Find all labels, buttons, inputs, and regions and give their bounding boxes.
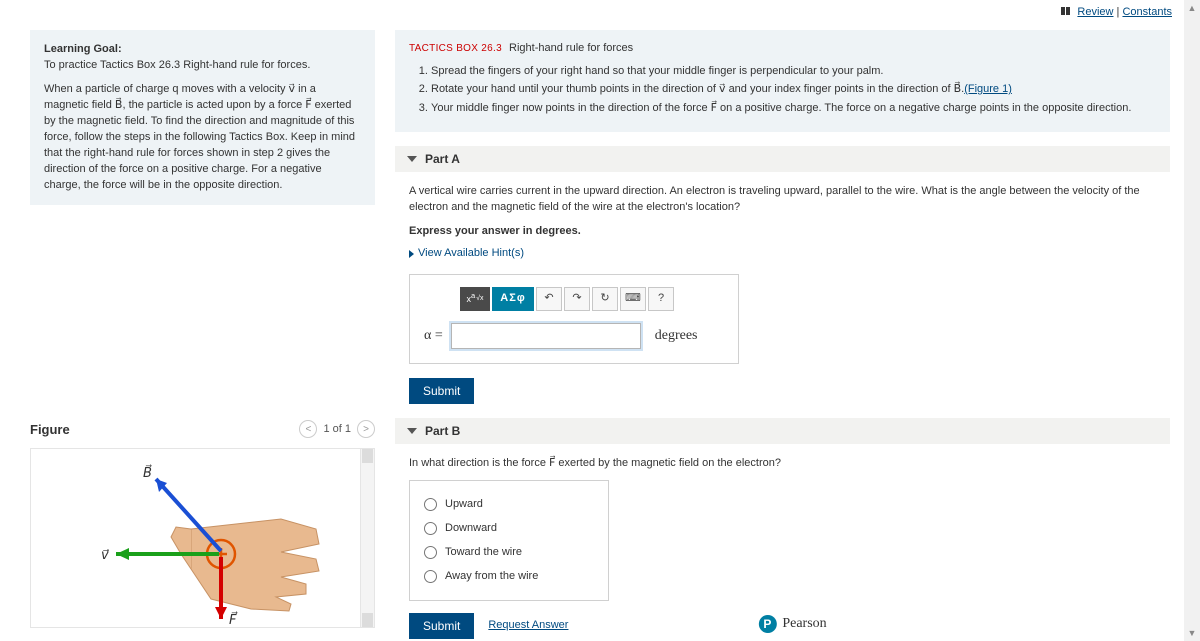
learning-goal-box: Learning Goal: To practice Tactics Box 2…	[30, 30, 375, 205]
radio-toward[interactable]	[424, 546, 437, 559]
tactics-step: Spread the fingers of your right hand so…	[431, 63, 1156, 80]
unit-label: degrees	[655, 326, 698, 346]
figure-1-link[interactable]: (Figure 1)	[964, 83, 1012, 95]
part-a-header[interactable]: Part A	[395, 146, 1170, 172]
learning-goal-subtitle: To practice Tactics Box 26.3 Right-hand …	[44, 58, 361, 74]
template-tool[interactable]: xa√x	[460, 287, 490, 311]
part-a-question: A vertical wire carries current in the u…	[409, 184, 1170, 216]
radio-downward[interactable]	[424, 522, 437, 535]
radio-upward[interactable]	[424, 498, 437, 511]
choice-toward[interactable]: Toward the wire	[424, 541, 594, 565]
svg-text:v⃗: v⃗	[101, 547, 109, 562]
figure-scrollbar[interactable]	[360, 449, 374, 627]
figure-counter: 1 of 1	[323, 423, 351, 435]
choice-upward[interactable]: Upward	[424, 493, 594, 517]
tactics-box: TACTICS BOX 26.3 Right-hand rule for for…	[395, 30, 1170, 132]
choice-downward[interactable]: Downward	[424, 517, 594, 541]
answer-box: xa√x ΑΣφ ↶ ↷ ↻ ⌨ ? α = degrees	[409, 274, 739, 364]
tactics-box-subtitle: Right-hand rule for forces	[509, 42, 633, 54]
learning-goal-title: Learning Goal:	[44, 42, 361, 58]
help-tool[interactable]: ?	[648, 287, 674, 311]
choice-away[interactable]: Away from the wire	[424, 565, 594, 589]
view-hints-link[interactable]: View Available Hint(s)	[409, 246, 1170, 262]
submit-button-b[interactable]: Submit	[409, 613, 474, 639]
redo-tool[interactable]: ↷	[564, 287, 590, 311]
svg-text:B⃗: B⃗	[143, 465, 152, 480]
pearson-logo-icon: P	[758, 615, 776, 633]
choices-box: Upward Downward Toward the wire Away fro…	[409, 480, 609, 602]
reset-tool[interactable]: ↻	[592, 287, 618, 311]
chevron-right-icon	[409, 250, 414, 258]
keyboard-tool[interactable]: ⌨	[620, 287, 646, 311]
part-a-instruction: Express your answer in degrees.	[409, 224, 1170, 240]
part-b-header[interactable]: Part B	[395, 418, 1170, 444]
undo-tool[interactable]: ↶	[536, 287, 562, 311]
tactics-box-number: TACTICS BOX 26.3	[409, 43, 502, 54]
figure-next-button[interactable]: >	[357, 420, 375, 438]
answer-input[interactable]	[451, 323, 641, 349]
learning-goal-text: When a particle of charge q moves with a…	[44, 82, 361, 194]
svg-text:F⃗: F⃗	[229, 612, 238, 627]
submit-button-a[interactable]: Submit	[409, 378, 474, 404]
radio-away[interactable]	[424, 570, 437, 583]
figure-title: Figure	[30, 422, 70, 437]
right-hand-diagram: B⃗ v⃗ F⃗	[81, 459, 341, 628]
chevron-down-icon	[407, 156, 417, 162]
tactics-step: Rotate your hand until your thumb points…	[431, 81, 1156, 98]
part-b-question: In what direction is the force F⃗ exerte…	[409, 456, 1170, 472]
chevron-down-icon	[407, 428, 417, 434]
equation-toolbar: xa√x ΑΣφ ↶ ↷ ↻ ⌨ ?	[460, 287, 724, 311]
figure-prev-button[interactable]: <	[299, 420, 317, 438]
symbols-tool[interactable]: ΑΣφ	[492, 287, 534, 311]
figure-image: B⃗ v⃗ F⃗	[30, 448, 375, 628]
request-answer-link[interactable]: Request Answer	[488, 618, 568, 634]
pearson-footer: P Pearson	[758, 615, 826, 633]
alpha-label: α =	[424, 326, 443, 346]
tactics-step: Your middle finger now points in the dir…	[431, 100, 1156, 117]
